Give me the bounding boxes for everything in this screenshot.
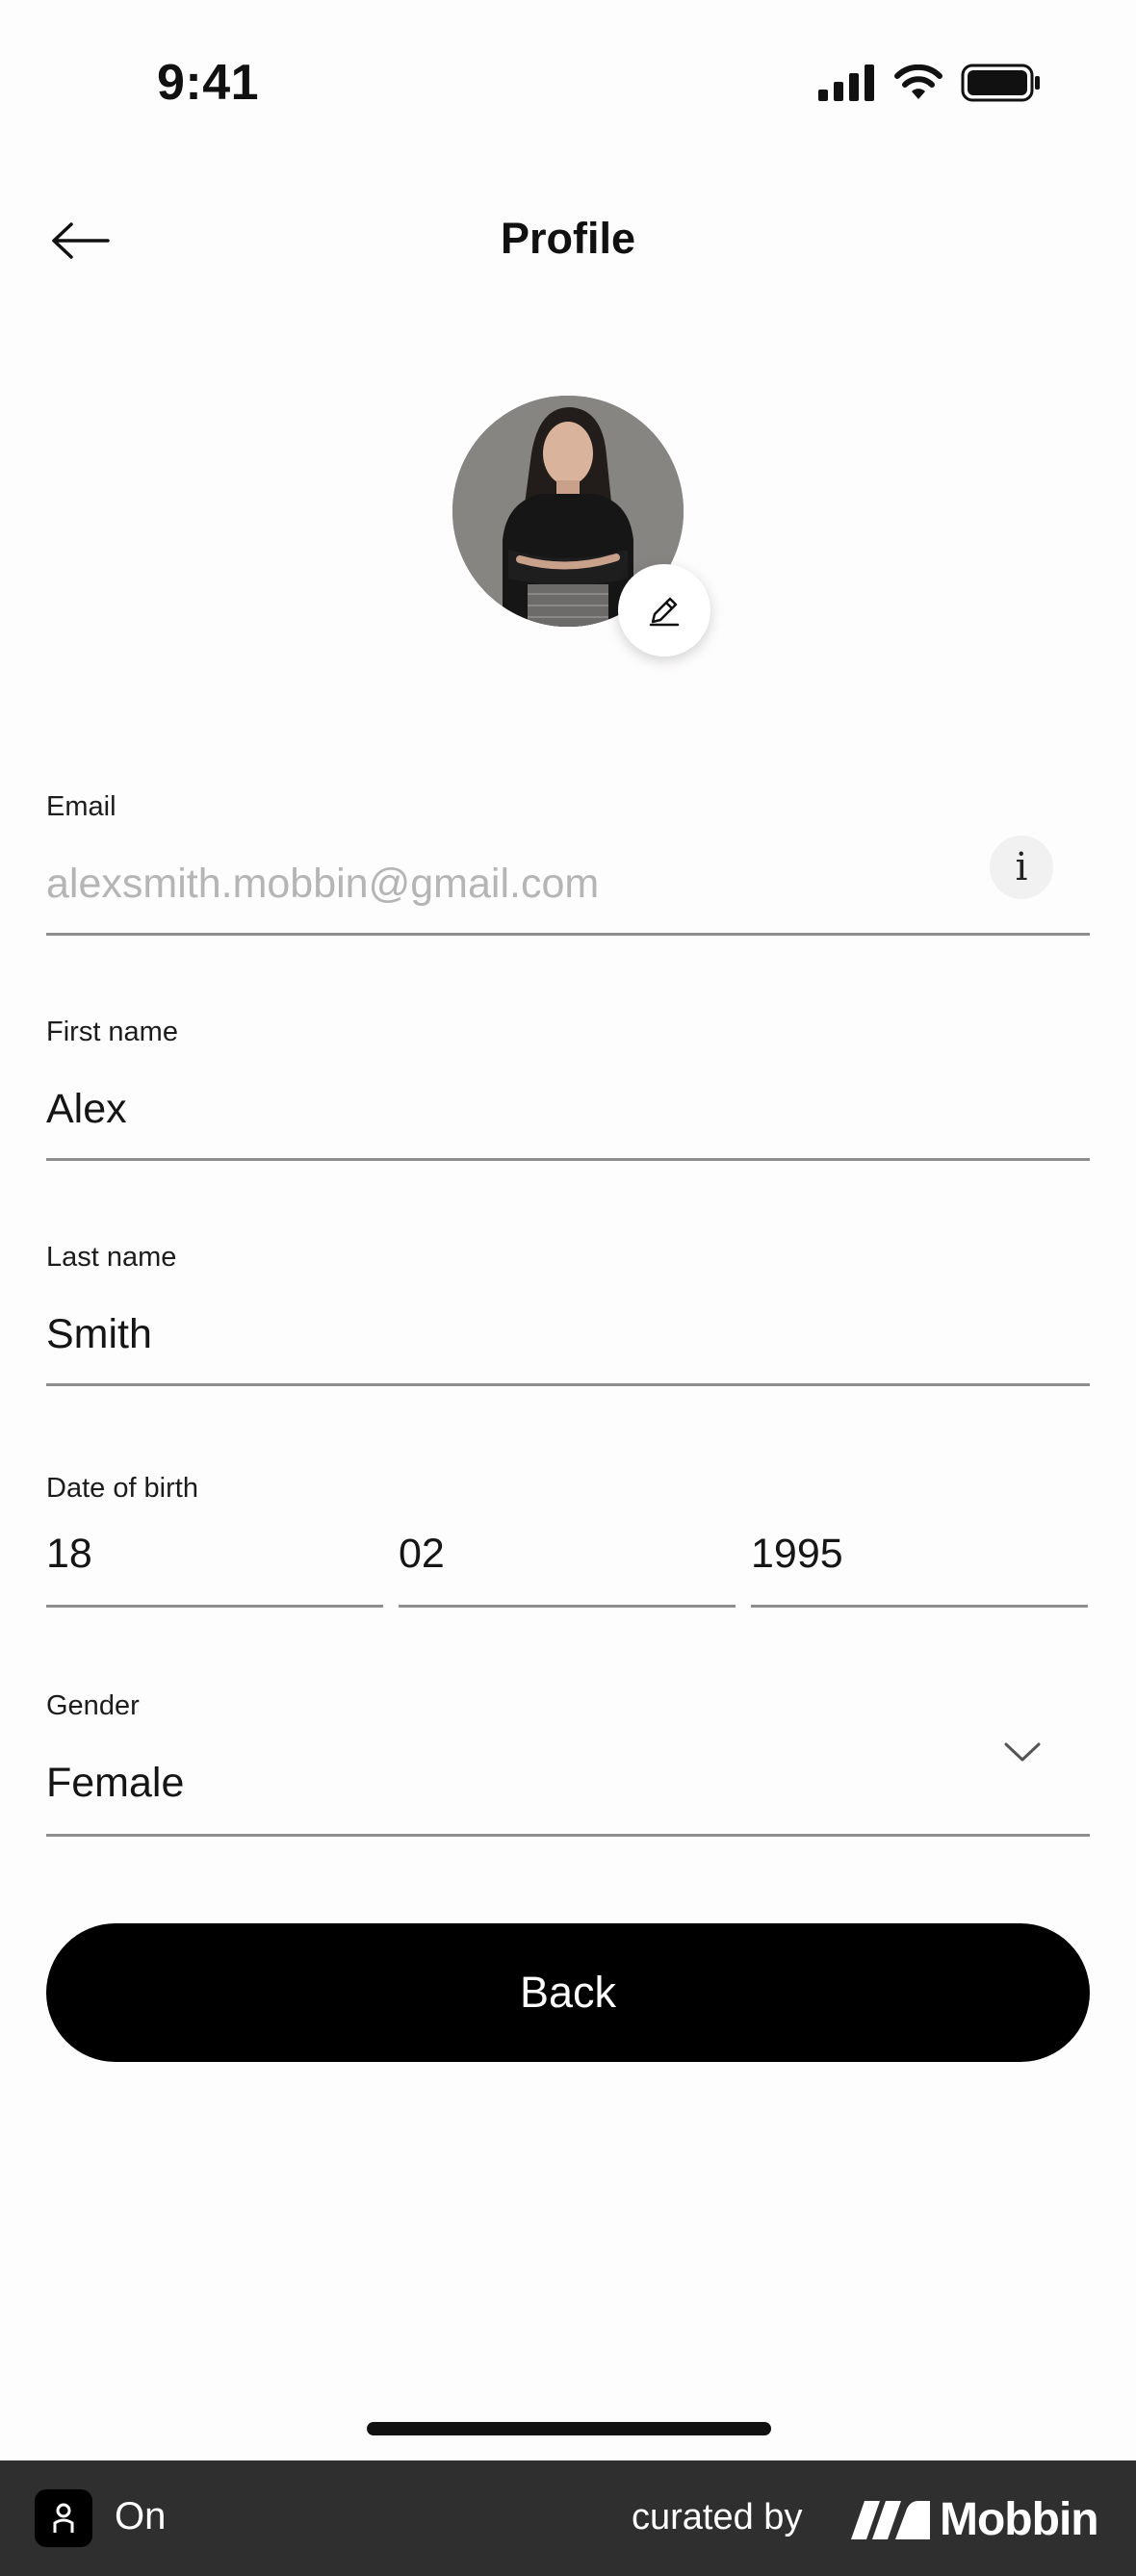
wifi-icon [894, 64, 942, 99]
email-field: Email alexsmith.mobbin@gmail.com i [46, 791, 1090, 936]
gender-field[interactable]: Gender Female [46, 1690, 1090, 1837]
gender-label: Gender [46, 1690, 140, 1721]
dob-day-input[interactable]: 18 [46, 1527, 383, 1581]
first-name-input[interactable]: Alex [46, 1082, 1090, 1136]
email-input[interactable]: alexsmith.mobbin@gmail.com [46, 857, 1090, 911]
status-bar: 9:41 [0, 0, 1136, 154]
avatar-section [452, 396, 710, 657]
dob-day-underline [46, 1605, 383, 1608]
gender-underline [46, 1834, 1090, 1837]
last-name-underline [46, 1383, 1090, 1386]
last-name-label: Last name [46, 1242, 177, 1273]
email-label: Email [46, 791, 116, 822]
dob-month-field[interactable]: 02 [399, 1527, 736, 1610]
app-name: On [115, 2495, 167, 2537]
cellular-signal-icon [818, 64, 874, 101]
info-button[interactable]: i [990, 836, 1053, 899]
status-icons [818, 64, 1042, 102]
back-button[interactable]: Back [46, 1923, 1090, 2062]
dob-day-field[interactable]: 18 [46, 1527, 383, 1610]
dob-year-input[interactable]: 1995 [751, 1527, 1088, 1581]
email-underline [46, 933, 1090, 936]
first-name-field: First name Alex [46, 1017, 1090, 1161]
page-title: Profile [500, 214, 636, 263]
first-name-label: First name [46, 1017, 178, 1047]
info-icon: i [1015, 845, 1028, 889]
mobbin-mark-icon [851, 2500, 930, 2539]
last-name-input[interactable]: Smith [46, 1307, 1090, 1361]
mobbin-logo: Mobbin [851, 2493, 1099, 2546]
home-indicator[interactable] [367, 2422, 771, 2435]
battery-icon [961, 64, 1040, 102]
gender-select[interactable]: Female [46, 1756, 1090, 1810]
chevron-down-icon[interactable] [1003, 1740, 1042, 1764]
first-name-underline [46, 1158, 1090, 1161]
last-name-field: Last name Smith [46, 1242, 1090, 1386]
date-of-birth-field: Date of birth 18 02 1995 [46, 1473, 1090, 1612]
curated-by-label: curated by [632, 2497, 803, 2537]
footer-bar: On curated by Mobbin [0, 2460, 1136, 2576]
dob-year-underline [751, 1605, 1088, 1608]
edit-photo-button[interactable] [618, 564, 710, 657]
app-logo [35, 2489, 92, 2547]
header: Profile [0, 183, 1136, 298]
on-logo-icon [53, 2503, 74, 2533]
pencil-icon [649, 597, 680, 627]
dob-month-input[interactable]: 02 [399, 1527, 736, 1581]
status-time: 9:41 [157, 55, 260, 111]
date-of-birth-label: Date of birth [46, 1473, 198, 1504]
mobbin-wordmark: Mobbin [940, 2494, 1099, 2545]
dob-month-underline [399, 1605, 736, 1608]
dob-year-field[interactable]: 1995 [751, 1527, 1088, 1610]
